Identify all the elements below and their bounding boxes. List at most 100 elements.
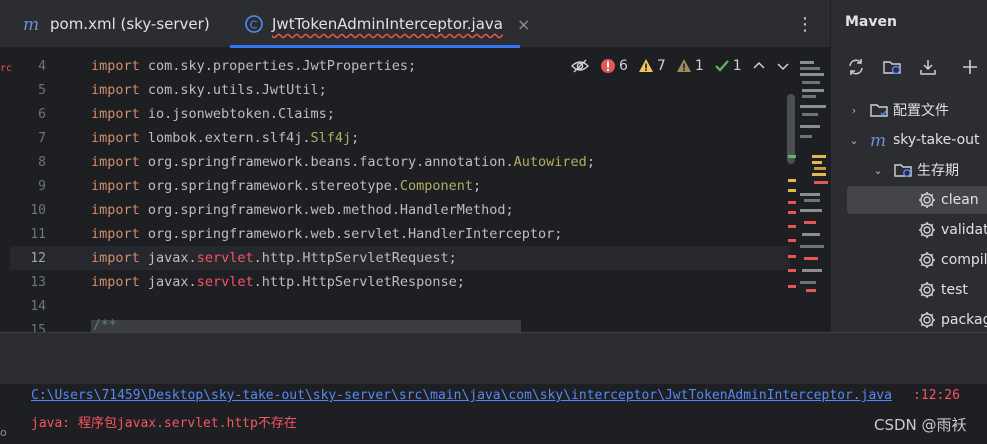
code-token: ; (448, 250, 457, 266)
maven-tree-item-package[interactable]: package (847, 306, 987, 332)
eye-crossed-icon[interactable] (570, 58, 590, 74)
code-token: import (91, 82, 148, 98)
maven-tree-item-validate[interactable]: validate (847, 216, 987, 244)
code-token: import (91, 130, 148, 146)
code-token: ; (408, 58, 417, 74)
error-stripe-marker[interactable] (788, 255, 796, 258)
vertical-scrollbar[interactable] (787, 94, 795, 164)
error-stripe-marker[interactable] (788, 285, 796, 288)
doc-comment-text: /** (93, 318, 117, 332)
doc-comment-start: /** (91, 318, 521, 332)
minimap-line (800, 281, 816, 284)
error-stripe-marker[interactable] (788, 189, 796, 192)
code-editor[interactable]: rc 4 5 6 7 8 9 10 11 12 13 14 15 import com.sky.pro… (0, 49, 830, 332)
code-token: Autowired (513, 154, 587, 170)
line-number: 12 (30, 251, 46, 266)
error-stripe-marker[interactable] (788, 225, 796, 228)
reload-icon[interactable] (845, 56, 867, 78)
error-stripe-marker[interactable] (788, 239, 796, 242)
warning-icon (638, 59, 653, 72)
errors-indicator[interactable]: 6 (600, 58, 628, 74)
tree-item-label: clean (941, 192, 979, 208)
error-stripe-marker[interactable] (788, 179, 796, 182)
line-number: 7 (38, 131, 46, 146)
code-line: import org.springframework.beans.factory… (91, 154, 595, 170)
gear-icon (917, 310, 937, 330)
code-token: import (91, 274, 148, 290)
tab-jwt-interceptor[interactable]: C JwtTokenAdminInterceptor.java × (230, 0, 530, 48)
code-token: io.jsonwebtoken.Claims (147, 106, 327, 122)
error-stripe-marker[interactable] (788, 211, 796, 214)
code-token: javax. (147, 250, 197, 266)
error-count: 6 (619, 58, 628, 74)
left-edge-marker: rc (0, 63, 13, 74)
code-token: org.springframework.web.method.HandlerMe… (147, 202, 506, 218)
more-options-icon[interactable]: ⋮ (795, 12, 815, 36)
tab-label: JwtTokenAdminInterceptor.java (272, 15, 503, 33)
inspection-widget[interactable]: 6 7 1 1 (570, 55, 790, 77)
error-stripe-marker[interactable] (788, 201, 796, 204)
minimap-line (812, 161, 822, 164)
code-token: lombok.extern.slf4j. (147, 130, 311, 146)
left-cut-text: o (0, 426, 7, 439)
minimap-line (800, 193, 820, 196)
minimap-line (802, 95, 816, 98)
chevron-down-icon[interactable]: ⌄ (871, 164, 885, 177)
tree-item-label: 生存期 (917, 163, 959, 179)
typos-indicator[interactable]: 1 (714, 58, 742, 74)
watermark: CSDN @雨袄 (874, 416, 967, 434)
weak-warning-count: 1 (694, 58, 704, 74)
code-token: servlet (196, 250, 254, 266)
gear-icon (917, 250, 937, 270)
minimap-line (804, 221, 816, 224)
warnings-indicator[interactable]: 7 (638, 58, 666, 74)
gear-icon (917, 190, 937, 210)
svg-text:m: m (870, 131, 886, 150)
add-icon[interactable] (959, 56, 981, 78)
chevron-right-icon[interactable]: › (847, 104, 861, 117)
error-message: java: 程序包javax.servlet.http不存在 (31, 416, 297, 431)
code-token: org.springframework.web.servlet.HandlerI… (147, 226, 555, 242)
minimap-line (800, 73, 824, 76)
code-token: import (91, 250, 148, 266)
folder-sync-icon[interactable] (881, 56, 903, 78)
minimap-line (814, 167, 826, 170)
maven-panel: Maven › 配置文件 ⌄ m sky-take-out ⌄ 生存期 clean valida… (830, 0, 987, 332)
error-position: :12:26 (913, 388, 960, 403)
error-file-link[interactable]: C:\Users\71459\Desktop\sky-take-out\sky-… (31, 388, 892, 403)
gear-icon (917, 220, 937, 240)
minimap-line (802, 113, 818, 116)
chevron-down-icon[interactable] (776, 59, 790, 73)
minimap-line (814, 181, 828, 184)
maven-tree-item-配置文件[interactable]: › 配置文件 (847, 96, 949, 124)
maven-tree-item-生存期[interactable]: ⌄ 生存期 (847, 156, 959, 184)
tab-pom-xml[interactable]: m pom.xml (sky-server) (22, 0, 210, 48)
maven-tree-item-clean[interactable]: clean (847, 186, 987, 214)
error-stripe-marker[interactable] (788, 269, 796, 272)
code-token: import (91, 178, 148, 194)
code-token: import (91, 106, 148, 122)
code-token: Slf4j (310, 130, 352, 146)
minimap-line (800, 125, 820, 128)
maven-tree-item-sky-take-out[interactable]: ⌄ m sky-take-out (847, 126, 979, 154)
minimap-line (800, 105, 826, 108)
minimap-line (802, 269, 822, 272)
code-token: com.sky.properties.JwtProperties (147, 58, 408, 74)
code-token: ; (473, 178, 482, 194)
code-token: ; (351, 130, 360, 146)
minimap[interactable] (788, 49, 830, 332)
download-icon[interactable] (917, 56, 939, 78)
weak-warnings-indicator[interactable]: 1 (676, 58, 704, 74)
code-token: .http.HttpServletResponse (253, 274, 457, 290)
code-line: import com.sky.properties.JwtProperties; (91, 58, 416, 74)
minimap-line (804, 257, 818, 260)
maven-tree-item-test[interactable]: test (847, 276, 968, 304)
chevron-down-icon[interactable]: ⌄ (847, 134, 861, 147)
minimap-line (800, 67, 820, 70)
close-icon[interactable]: × (517, 15, 530, 34)
maven-tree-item-compile[interactable]: compile (847, 246, 987, 274)
chevron-up-icon[interactable] (752, 59, 766, 73)
maven-toolbar (845, 56, 939, 78)
tree-item-label: compile (941, 252, 987, 268)
line-number-gutter: 4 5 6 7 8 9 10 11 12 13 14 15 (10, 49, 80, 332)
